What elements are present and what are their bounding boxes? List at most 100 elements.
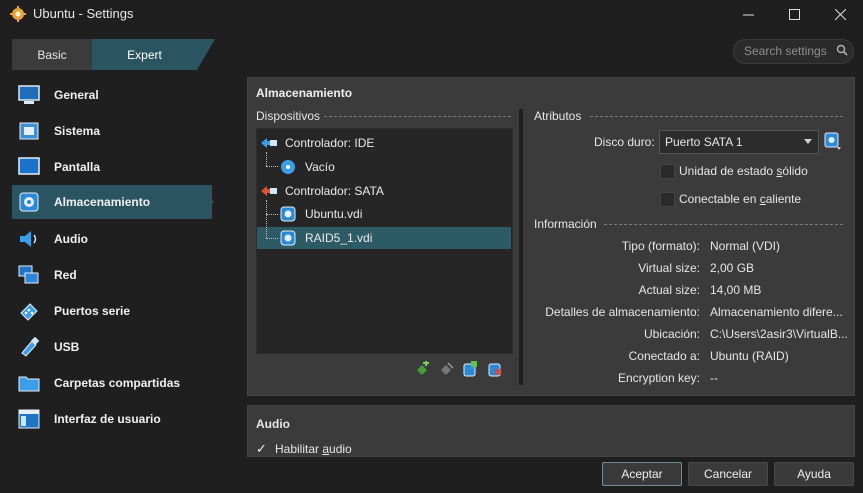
sidebar-item-interfaz-de-usuario[interactable]: Interfaz de usuario [12,402,212,436]
information-divider [604,224,843,225]
sidebar-item-usb[interactable]: USB [12,330,212,364]
hotplug-checkbox[interactable] [660,192,675,207]
remove-controller-icon[interactable] [438,361,454,377]
network-icon [18,265,39,284]
info-key: Tipo (formato): [621,239,700,253]
tree-item-sata-controller[interactable]: Controlador: SATA [260,180,384,202]
sidebar-item-general[interactable]: General [12,78,212,112]
tree-item-label: RAID5_1.vdi [305,231,373,245]
tree-item-label: Controlador: IDE [285,136,375,150]
hard-disk-icon [280,206,296,222]
sidebar-item-label: Sistema [54,124,101,138]
info-key: Ubicación: [643,327,700,341]
speaker-icon [20,231,37,247]
ssd-label: Unidad de estado sólido [679,164,808,178]
sidebar-item-almacenamiento[interactable]: Almacenamiento [12,185,212,219]
close-button[interactable] [817,0,863,28]
tree-connector [266,238,278,239]
maximize-icon [788,8,800,20]
sidebar-active-tip [196,185,214,219]
hard-disk-icon [280,230,296,246]
info-value: -- [710,371,718,385]
storage-title: Almacenamiento [256,86,353,100]
tree-connector [266,166,278,167]
sidebar-item-label: Carpetas compartidas [54,376,181,390]
search-icon[interactable] [836,44,848,56]
info-value: Normal (VDI) [710,239,781,253]
add-controller-icon[interactable] [414,361,430,377]
search-placeholder: Search settings [744,44,827,58]
mode-expert-tab-tip [197,39,215,70]
tree-item-label: Vacío [305,160,335,174]
folder-icon [18,376,40,392]
sata-controller-icon [261,186,277,196]
ide-controller-icon [261,138,277,148]
sidebar-item-label: Puertos serie [54,304,131,318]
minimize-button[interactable] [725,0,771,28]
info-value: Almacenamiento difere... [710,305,843,319]
disk-icon [19,192,39,212]
tree-connector [266,152,267,166]
sidebar-item-pantalla[interactable]: Pantalla [12,150,212,184]
info-value: 14,00 MB [710,283,762,297]
enable-audio-checkbox[interactable]: ✓ [256,441,267,457]
sidebar-item-label: Interfaz de usuario [54,412,161,426]
sidebar-item-sistema[interactable]: Sistema [12,114,212,148]
tree-connector [266,200,267,238]
cancel-button[interactable]: Cancelar [688,462,768,486]
remove-attachment-icon[interactable] [487,361,503,377]
sidebar-item-label: Audio [54,232,88,246]
tree-item-empty-optical[interactable]: Vacío [280,156,335,178]
help-button[interactable]: Ayuda [774,462,854,486]
info-value: Ubuntu (RAID) [710,349,789,363]
info-value: C:\Users\2asir3\VirtualB... [710,327,848,341]
audio-title: Audio [256,417,290,431]
chevron-down-icon [804,139,812,144]
tree-item-label: Controlador: SATA [285,184,384,198]
info-key: Detalles de almacenamiento: [545,305,700,319]
mode-basic-tab[interactable]: Basic [12,39,92,70]
sidebar-item-label: Red [54,268,77,282]
minimize-icon [742,14,754,15]
sidebar-item-label: Pantalla [54,160,101,174]
enable-audio-label: Habilitar audio [275,442,352,456]
attributes-divider [590,116,843,117]
sidebar-item-label: Almacenamiento [54,195,151,209]
disk-label: Disco duro: [594,135,655,149]
tree-item-ubuntu-vdi[interactable]: Ubuntu.vdi [280,203,362,225]
devices-divider [324,116,511,117]
info-key: Encryption key: [617,371,700,385]
mode-expert-tab[interactable]: Expert [92,39,197,70]
tree-item-ide-controller[interactable]: Controlador: IDE [260,132,374,154]
choose-disk-icon[interactable] [824,131,842,151]
serial-port-icon [20,303,38,321]
chip-icon [19,122,39,140]
tree-item-label: Ubuntu.vdi [305,207,363,221]
add-attachment-icon[interactable] [462,361,478,377]
window-title: Ubuntu - Settings [33,6,134,21]
display-icon [18,157,40,175]
sidebar-item-label: USB [54,340,80,354]
panel-splitter[interactable] [519,109,523,385]
info-value: 2,00 GB [710,261,755,275]
sidebar-item-carpetas-compartidas[interactable]: Carpetas compartidas [12,366,212,400]
monitor-icon [18,85,40,104]
hotplug-label: Conectable en caliente [679,192,802,206]
sidebar-item-puertos-serie[interactable]: Puertos serie [12,294,212,328]
info-key: Actual size: [638,283,700,297]
sidebar-item-audio[interactable]: Audio [12,222,212,256]
optical-disk-icon [281,160,295,174]
sidebar-item-label: General [54,88,99,102]
ok-button[interactable]: Aceptar [602,462,682,486]
close-icon [834,8,846,20]
window-icon [18,409,40,429]
virtualbox-gear-icon [10,6,26,22]
usb-icon [21,337,40,357]
attributes-label: Atributos [534,109,582,123]
information-label: Información [534,217,597,231]
maximize-button[interactable] [771,0,817,28]
tree-item-raid5-vdi[interactable]: RAID5_1.vdi [280,227,372,249]
devices-label: Dispositivos [256,109,321,123]
ssd-checkbox[interactable] [660,164,675,179]
sidebar-item-red[interactable]: Red [12,258,212,292]
